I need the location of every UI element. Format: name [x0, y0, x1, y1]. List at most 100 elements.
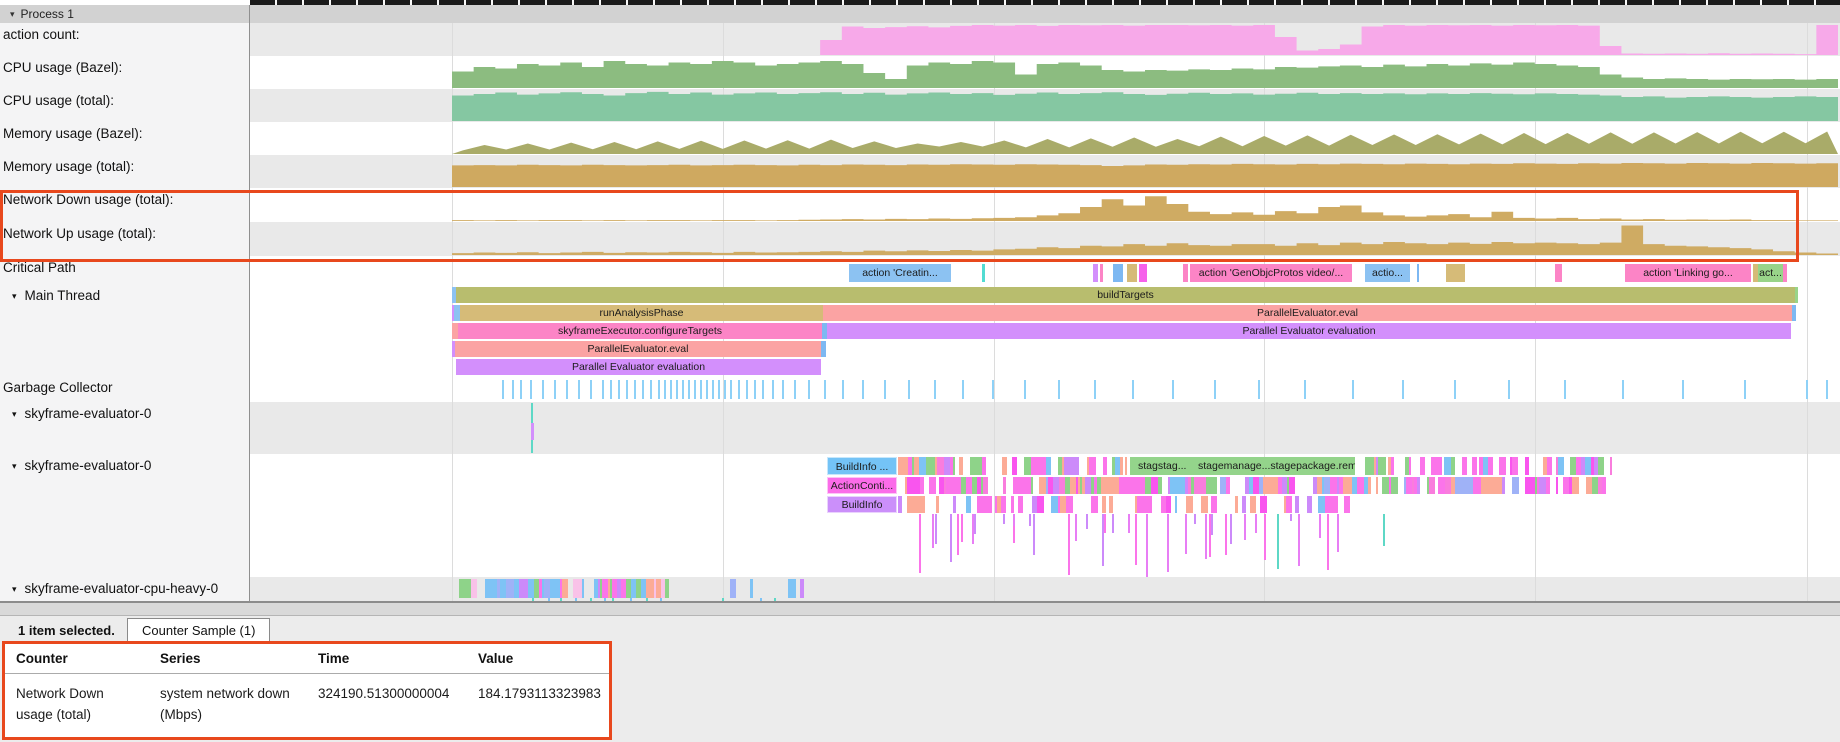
- cpu-heavy-slice[interactable]: [582, 579, 584, 598]
- sky2-noise-slice[interactable]: [1332, 496, 1338, 513]
- sky2-noise-slice[interactable]: [1391, 457, 1394, 475]
- sky2-noise-slice[interactable]: [1512, 477, 1519, 494]
- gc-tick[interactable]: [808, 380, 810, 399]
- sky2-hang-tick[interactable]: [1102, 514, 1104, 566]
- cpu-heavy-slice[interactable]: [471, 579, 477, 598]
- sky2-hang-tick[interactable]: [1290, 514, 1292, 521]
- sky2-hang-tick[interactable]: [1128, 514, 1130, 533]
- sky2-noise-slice[interactable]: [1011, 496, 1014, 513]
- sky2-noise-slice[interactable]: [1539, 477, 1546, 494]
- main-thread-slice[interactable]: skyframeExecutor.configureTargets: [458, 323, 822, 339]
- gc-tick[interactable]: [772, 380, 774, 399]
- counter-chart-3[interactable]: [250, 124, 1840, 154]
- gc-tick[interactable]: [1214, 380, 1216, 399]
- sky2-noise-slice[interactable]: [982, 457, 986, 475]
- collapse-triangle-icon[interactable]: ▾: [10, 9, 15, 20]
- sky2-noise-slice[interactable]: [1194, 477, 1206, 494]
- sky2-noise-slice[interactable]: [1488, 457, 1493, 475]
- sky2-noise-slice[interactable]: [1235, 496, 1238, 513]
- sky2-hang-tick[interactable]: [1003, 514, 1005, 524]
- critical-path-slice[interactable]: [1183, 264, 1188, 282]
- critical-path-slice[interactable]: [1446, 264, 1465, 282]
- track-row-bg[interactable]: [250, 256, 1840, 284]
- sky2-noise-slice[interactable]: [1242, 496, 1246, 513]
- gc-tick[interactable]: [676, 380, 678, 399]
- sky2-noise-slice[interactable]: [1383, 457, 1386, 475]
- gc-tick[interactable]: [542, 380, 544, 399]
- gc-tick[interactable]: [1132, 380, 1134, 399]
- collapse-triangle-icon[interactable]: ▾: [12, 584, 17, 595]
- gc-tick[interactable]: [694, 380, 696, 399]
- sky2-noise-slice[interactable]: [920, 477, 924, 494]
- sidebar-track-label[interactable]: ▾Main Thread: [0, 288, 245, 303]
- sky2-hang-tick[interactable]: [957, 514, 959, 555]
- sky2-noise-slice[interactable]: [1002, 457, 1007, 475]
- critical-path-slice[interactable]: [1139, 264, 1147, 282]
- sky2-noise-slice[interactable]: [1325, 496, 1332, 513]
- sky2-noise-slice[interactable]: [1109, 496, 1113, 513]
- gc-tick[interactable]: [1304, 380, 1306, 399]
- sidebar-divider[interactable]: [249, 5, 250, 601]
- sky2-noise-slice[interactable]: [1382, 477, 1389, 494]
- sky2-noise-slice[interactable]: [926, 457, 935, 475]
- gc-tick[interactable]: [554, 380, 556, 399]
- sky2-noise-slice[interactable]: [1297, 496, 1299, 513]
- sky2-noise-slice[interactable]: [1201, 496, 1208, 513]
- main-thread-slice[interactable]: buildTargets: [456, 287, 1795, 303]
- sidebar-track-label[interactable]: Network Up usage (total):: [0, 226, 248, 241]
- sky2-noise-slice[interactable]: [1226, 477, 1230, 494]
- gc-tick[interactable]: [520, 380, 522, 399]
- sky2-noise-slice[interactable]: [1512, 457, 1518, 475]
- sidebar-track-label[interactable]: action count:: [0, 27, 248, 42]
- sky2-noise-slice[interactable]: [1119, 477, 1137, 494]
- sky2-hang-tick[interactable]: [1185, 514, 1187, 554]
- sky2-noise-slice[interactable]: [919, 457, 926, 475]
- sky2-noise-slice[interactable]: [1365, 457, 1374, 475]
- critical-path-slice[interactable]: [1783, 264, 1787, 282]
- counter-chart-2[interactable]: [250, 91, 1840, 121]
- gc-tick[interactable]: [824, 380, 826, 399]
- gc-tick[interactable]: [762, 380, 764, 399]
- main-thread-slice[interactable]: [1795, 287, 1798, 303]
- gc-tick[interactable]: [862, 380, 864, 399]
- gc-tick[interactable]: [1352, 380, 1354, 399]
- sidebar-track-label[interactable]: ▾skyframe-evaluator-0: [0, 458, 245, 473]
- gc-tick[interactable]: [908, 380, 910, 399]
- cpu-heavy-slice[interactable]: [788, 579, 796, 598]
- sky2-labeled-slice[interactable]: BuildInfo: [827, 496, 897, 513]
- main-thread-slice[interactable]: ParallelEvaluator.eval: [823, 305, 1792, 321]
- sky2-noise-slice[interactable]: [977, 496, 992, 513]
- sky2-noise-slice[interactable]: [1263, 477, 1278, 494]
- gc-tick[interactable]: [934, 380, 936, 399]
- cpu-heavy-slice[interactable]: [730, 579, 736, 598]
- sky2-noise-slice[interactable]: [954, 477, 961, 494]
- gc-tick[interactable]: [1094, 380, 1096, 399]
- sky2-noise-slice[interactable]: [1436, 457, 1442, 475]
- sky2-hang-tick[interactable]: [935, 514, 937, 544]
- gc-tick[interactable]: [682, 380, 684, 399]
- gc-tick[interactable]: [618, 380, 620, 399]
- sky2-noise-slice[interactable]: [1525, 457, 1529, 475]
- sky2-noise-slice[interactable]: [1451, 457, 1455, 475]
- sky1-violet-tick[interactable]: [531, 423, 534, 440]
- sky2-noise-slice[interactable]: [953, 457, 955, 475]
- sky2-noise-slice[interactable]: [1070, 496, 1073, 513]
- sky2-green-band[interactable]: stagstag...stagemanage...stagepackage.re…: [1130, 457, 1355, 475]
- cell-counter[interactable]: Network Down usage (total): [16, 683, 138, 725]
- sky2-noise-slice[interactable]: [1602, 477, 1606, 494]
- critical-path-slice[interactable]: [982, 264, 985, 282]
- counter-chart-1[interactable]: [250, 58, 1840, 88]
- sky2-noise-slice[interactable]: [1012, 457, 1017, 475]
- sky2-noise-slice[interactable]: [1158, 477, 1162, 494]
- sky2-noise-slice[interactable]: [1024, 457, 1031, 475]
- main-thread-slice[interactable]: runAnalysisPhase: [460, 305, 823, 321]
- gc-tick[interactable]: [1258, 380, 1260, 399]
- sky2-noise-slice[interactable]: [1250, 496, 1256, 513]
- gc-tick[interactable]: [884, 380, 886, 399]
- gc-tick[interactable]: [794, 380, 796, 399]
- sky2-hang-tick[interactable]: [1135, 514, 1137, 565]
- gc-tick[interactable]: [1024, 380, 1026, 399]
- sky2-hang-tick[interactable]: [961, 514, 963, 542]
- sky2-hang-tick[interactable]: [919, 514, 921, 573]
- sky2-noise-slice[interactable]: [959, 457, 963, 475]
